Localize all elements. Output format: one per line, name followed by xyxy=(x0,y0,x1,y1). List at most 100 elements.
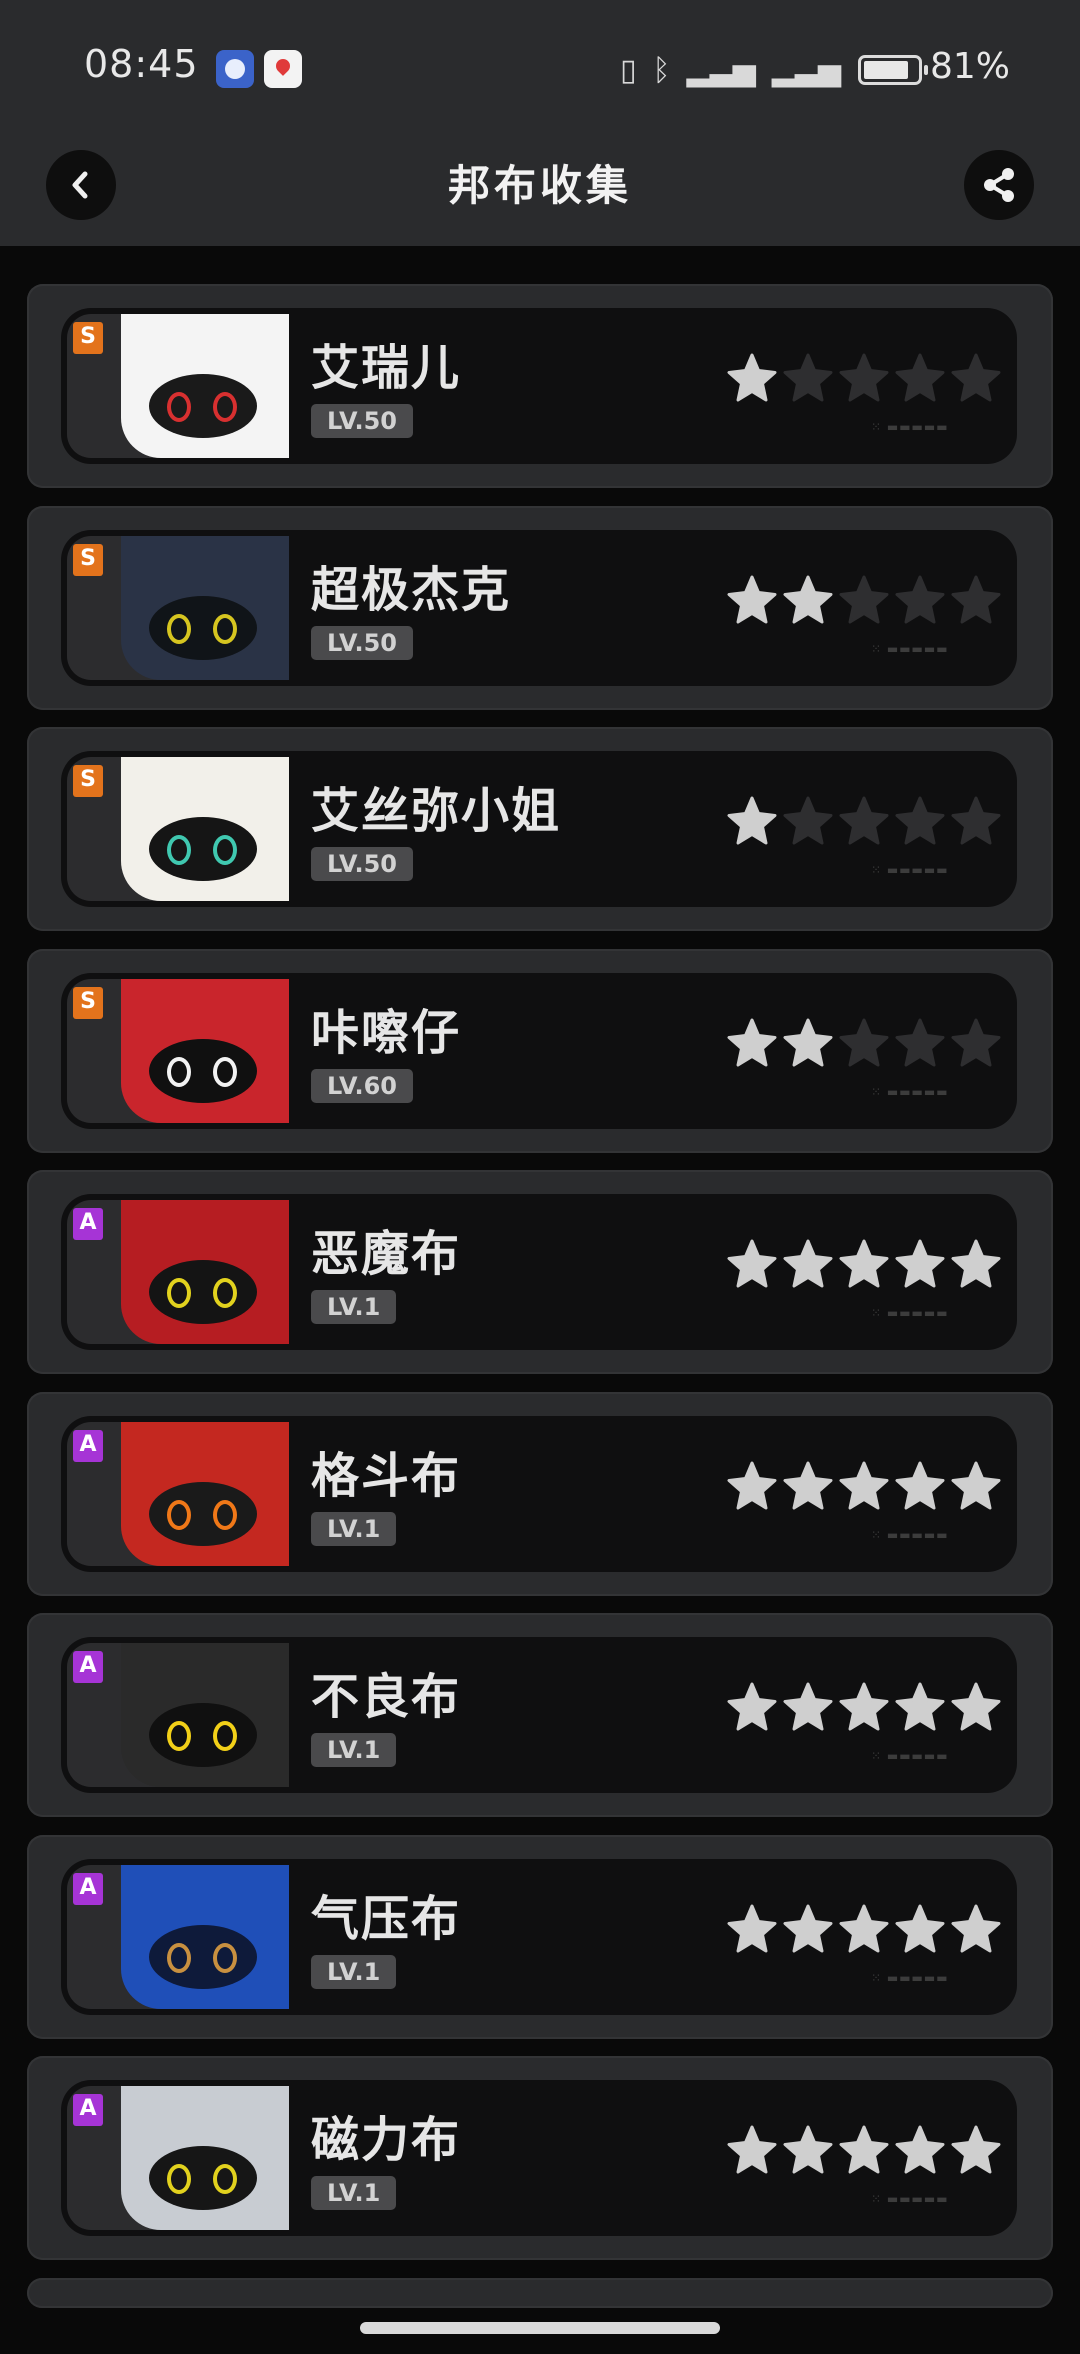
signal-1-icon: ▂▃▅ xyxy=(686,52,756,88)
bangboo-eye xyxy=(167,835,191,865)
star-filled-icon xyxy=(783,575,833,623)
level-badge: LV.1 xyxy=(311,1733,397,1767)
bangboo-eye xyxy=(167,2164,191,2194)
bangboo-face xyxy=(149,595,257,660)
star-filled-icon xyxy=(783,1018,833,1066)
bangboo-eye xyxy=(213,1278,237,1308)
star-filled-icon xyxy=(727,1239,777,1288)
star-filled-icon xyxy=(727,575,777,623)
star-rating xyxy=(725,1681,1003,1735)
star-empty-icon xyxy=(895,1018,945,1066)
page-title: 邦布收集 xyxy=(447,161,632,210)
bangboo-eye xyxy=(213,835,237,865)
home-indicator[interactable] xyxy=(360,2322,720,2334)
star-rating xyxy=(725,1238,1003,1292)
star-empty-icon xyxy=(839,1018,889,1066)
bangboo-name: 不良布 xyxy=(311,1669,462,1725)
bangboo-portrait: A xyxy=(67,2086,289,2230)
bangboo-eye xyxy=(167,1499,191,1530)
grade-badge: A xyxy=(73,2094,103,2126)
level-badge: LV.60 xyxy=(311,1068,413,1103)
star-filled-icon xyxy=(951,1239,1001,1288)
star-empty-icon xyxy=(839,575,889,623)
battery-icon xyxy=(858,55,928,85)
star-filled-icon xyxy=(895,2125,945,2174)
star-filled-icon xyxy=(727,1018,777,1066)
star-empty-icon xyxy=(895,575,945,623)
map-notification-icon xyxy=(264,50,302,88)
bangboo-card[interactable]: A 气压布 LV.1 ⁙ ▬▬▬▬▬ xyxy=(27,1834,1053,2039)
star-filled-icon xyxy=(839,1904,889,1952)
bangboo-card-inner: A 恶魔布 LV.1 ⁙ ▬▬▬▬▬ xyxy=(61,1194,1017,1350)
grade-badge: A xyxy=(73,1872,103,1905)
bangboo-card[interactable]: S 艾丝弥小姐 LV.50 ⁙ ▬▬▬▬▬ xyxy=(27,727,1053,931)
bangboo-card[interactable]: S 艾瑞儿 LV.50 ⁙ ▬▬▬▬▬ xyxy=(27,284,1053,488)
bangboo-card[interactable]: A 不良布 LV.1 ⁙ ▬▬▬▬▬ xyxy=(27,1613,1053,1817)
bangboo-name: 磁力布 xyxy=(311,2112,462,2168)
bangboo-card-inner: A 不良布 LV.1 ⁙ ▬▬▬▬▬ xyxy=(61,1637,1017,1793)
grade-badge: A xyxy=(73,1208,103,1240)
star-filled-icon xyxy=(727,1682,777,1731)
bangboo-portrait: S xyxy=(67,314,289,458)
grade-badge: S xyxy=(73,765,103,797)
star-filled-icon xyxy=(783,1904,833,1952)
bangboo-card[interactable]: A 格斗布 LV.1 ⁙ ▬▬▬▬▬ xyxy=(27,1391,1053,1596)
bangboo-eye xyxy=(213,1942,237,1973)
grade-badge: S xyxy=(73,986,103,1019)
star-empty-icon xyxy=(839,796,889,845)
bangboo-face xyxy=(149,817,257,881)
bangboo-card[interactable]: A 磁力布 LV.1 ⁙ ▬▬▬▬▬ xyxy=(27,2056,1053,2260)
bangboo-eye xyxy=(213,1499,237,1530)
bangboo-card[interactable]: S 超极杰克 LV.50 ⁙ ▬▬▬▬▬ xyxy=(27,505,1053,710)
star-deco-text: ⁙ ▬▬▬▬▬ xyxy=(871,420,949,434)
star-deco-text: ⁙ ▬▬▬▬▬ xyxy=(871,2192,949,2206)
vibrate-icon: ▯ xyxy=(620,52,637,88)
star-rating xyxy=(725,2124,1003,2178)
grade-badge: S xyxy=(73,543,103,576)
bangboo-portrait: A xyxy=(67,1200,289,1344)
star-rating xyxy=(725,1017,1003,1071)
bangboo-face xyxy=(149,374,257,438)
star-filled-icon xyxy=(783,1682,833,1731)
bluetooth-icon: ᛒ xyxy=(652,52,671,88)
bangboo-name: 咔嚓仔 xyxy=(311,1004,462,1061)
star-filled-icon xyxy=(727,353,777,402)
star-filled-icon xyxy=(727,1904,777,1952)
bangboo-name: 艾瑞儿 xyxy=(311,340,462,396)
star-deco-text: ⁙ ▬▬▬▬▬ xyxy=(871,1970,949,1985)
bangboo-card-partial[interactable] xyxy=(27,2277,1053,2308)
bangboo-eye xyxy=(167,1942,191,1973)
star-filled-icon xyxy=(839,1239,889,1288)
bangboo-name: 恶魔布 xyxy=(311,1226,462,1282)
status-icons: ▯ ᛒ ▂▃▅ ▂▃▅ xyxy=(620,50,841,90)
share-icon xyxy=(984,168,1014,202)
bangboo-eye xyxy=(167,613,191,644)
bangboo-eye xyxy=(167,1278,191,1308)
grade-badge: S xyxy=(73,322,103,354)
bangboo-eye xyxy=(213,2164,237,2194)
star-filled-icon xyxy=(783,1239,833,1288)
star-rating xyxy=(725,1460,1003,1514)
bangboo-face xyxy=(149,1260,257,1324)
level-badge: LV.50 xyxy=(311,625,413,660)
share-button[interactable] xyxy=(964,150,1034,220)
bangboo-eye xyxy=(167,1056,191,1087)
bangboo-card[interactable]: S 咔嚓仔 LV.60 ⁙ ▬▬▬▬▬ xyxy=(27,948,1053,1153)
grade-badge: A xyxy=(73,1651,103,1683)
star-deco-text: ⁙ ▬▬▬▬▬ xyxy=(871,1084,949,1099)
star-filled-icon xyxy=(727,1461,777,1509)
star-deco-text: ⁙ ▬▬▬▬▬ xyxy=(871,1527,949,1542)
star-filled-icon xyxy=(951,1904,1001,1952)
bangboo-name: 艾丝弥小姐 xyxy=(311,783,562,839)
bangboo-portrait: S xyxy=(67,535,289,680)
bangboo-face xyxy=(149,1924,257,1989)
star-rating xyxy=(725,795,1003,849)
level-badge: LV.50 xyxy=(311,847,413,881)
star-filled-icon xyxy=(727,796,777,845)
star-empty-icon xyxy=(783,353,833,402)
bangboo-card[interactable]: A 恶魔布 LV.1 ⁙ ▬▬▬▬▬ xyxy=(27,1170,1053,1374)
bangboo-face xyxy=(149,1703,257,1767)
bangboo-face xyxy=(149,1481,257,1546)
star-empty-icon xyxy=(895,353,945,402)
bangboo-portrait: S xyxy=(67,978,289,1123)
